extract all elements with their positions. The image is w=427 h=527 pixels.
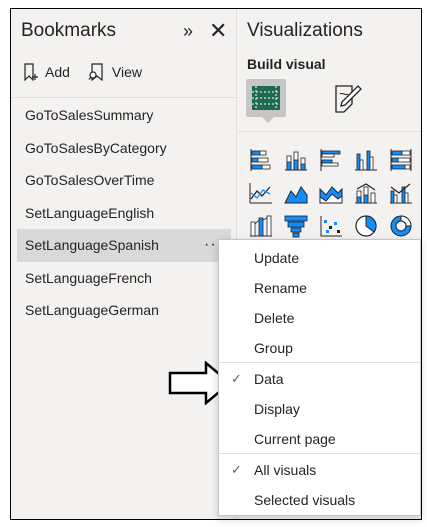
funnel-chart-icon[interactable] [283,213,309,239]
donut-chart-icon[interactable] [388,213,414,239]
add-bookmark-button[interactable]: Add [23,63,70,81]
stacked-column-chart-icon[interactable] [283,147,309,173]
menu-item-display[interactable]: Display [219,394,420,424]
line-clustered-column-chart-icon[interactable] [388,180,414,206]
bookmark-item-label: SetLanguageGerman [25,302,159,318]
scatter-chart-icon[interactable] [318,213,344,239]
menu-item-selected-visuals[interactable]: Selected visuals [219,485,420,515]
menu-separator [219,362,420,363]
menu-item-rename[interactable]: Rename [219,273,420,303]
add-bookmark-label: Add [45,64,70,80]
bookmark-item[interactable]: GoToSalesSummary [17,99,231,132]
divider [238,131,421,132]
menu-item-label: All visuals [254,462,317,478]
bookmark-item-label: GoToSalesOverTime [25,172,155,188]
bookmark-list: GoToSalesSummary GoToSalesByCategory GoT… [17,99,231,327]
checkmark-icon: ✓ [231,371,242,386]
menu-item-label: Current page [254,431,336,447]
menu-item-label: Selected visuals [254,492,356,508]
visual-type-gallery [248,147,416,246]
bookmark-item-label: SetLanguageFrench [25,269,152,286]
line-chart-icon[interactable] [248,180,274,206]
bookmark-item[interactable]: GoToSalesByCategory [17,132,231,165]
close-icon[interactable]: ✕ [209,18,227,44]
build-visual-tab[interactable] [246,79,286,117]
stacked-area-chart-icon[interactable] [318,180,344,206]
format-visual-tab[interactable] [330,81,366,117]
bookmark-item[interactable]: SetLanguageFrench [17,262,231,295]
menu-item-label: Delete [254,310,295,326]
view-bookmark-icon [88,63,103,81]
menu-item-label: Group [254,340,293,356]
bookmarks-pane: Bookmarks » ✕ Add View GoToSalesSummary … [11,9,237,519]
divider [11,97,237,98]
menu-item-all-visuals[interactable]: ✓ All visuals [219,455,420,485]
menu-item-label: Rename [254,280,307,296]
menu-separator [219,453,420,454]
view-bookmarks-label: View [111,64,143,80]
ribbon-chart-icon[interactable] [248,213,274,239]
area-chart-icon[interactable] [283,180,309,206]
menu-item-data[interactable]: ✓ Data [219,364,420,394]
menu-item-update[interactable]: Update [219,243,420,273]
view-bookmarks-button[interactable]: View [88,63,142,81]
checkmark-icon: ✓ [231,462,242,477]
bookmark-item-label: GoToSalesSummary [25,107,154,123]
bookmark-item[interactable]: SetLanguageGerman [17,294,231,327]
menu-item-label: Data [254,371,284,387]
bookmark-item[interactable]: SetLanguageEnglish [17,197,231,230]
bookmarks-toolbar: Add View [23,63,142,81]
build-visual-icon [252,86,280,110]
bookmark-item-label: SetLanguageSpanish [25,237,159,253]
add-bookmark-icon [24,63,38,81]
stacked-bar-chart-icon[interactable] [248,147,274,173]
collapse-pane-icon[interactable]: » [183,21,193,42]
bookmark-item[interactable]: GoToSalesOverTime [17,164,231,197]
bookmark-item-label: SetLanguageEnglish [25,204,155,221]
100-stacked-bar-chart-icon[interactable] [388,147,414,173]
menu-item-group[interactable]: Group [219,333,420,363]
pie-chart-icon[interactable] [353,213,379,239]
clustered-bar-chart-icon[interactable] [318,147,344,173]
format-visual-icon [335,85,362,113]
bookmark-context-menu: Update Rename Delete Group ✓ Data Displa… [218,239,421,516]
menu-item-delete[interactable]: Delete [219,303,420,333]
menu-item-label: Display [254,401,300,417]
bookmark-item-label: GoToSalesByCategory [25,139,167,156]
menu-item-label: Update [254,250,300,266]
menu-item-current-page[interactable]: Current page [219,424,420,454]
visualizations-title: Visualizations [247,20,363,41]
bookmark-item-selected[interactable]: SetLanguageSpanish ··· [17,229,231,262]
active-tab-indicator [262,117,274,123]
line-stacked-column-chart-icon[interactable] [353,180,379,206]
build-visual-label: Build visual [247,56,326,72]
clustered-column-chart-icon[interactable] [353,147,379,173]
bookmarks-title: Bookmarks [21,20,117,41]
